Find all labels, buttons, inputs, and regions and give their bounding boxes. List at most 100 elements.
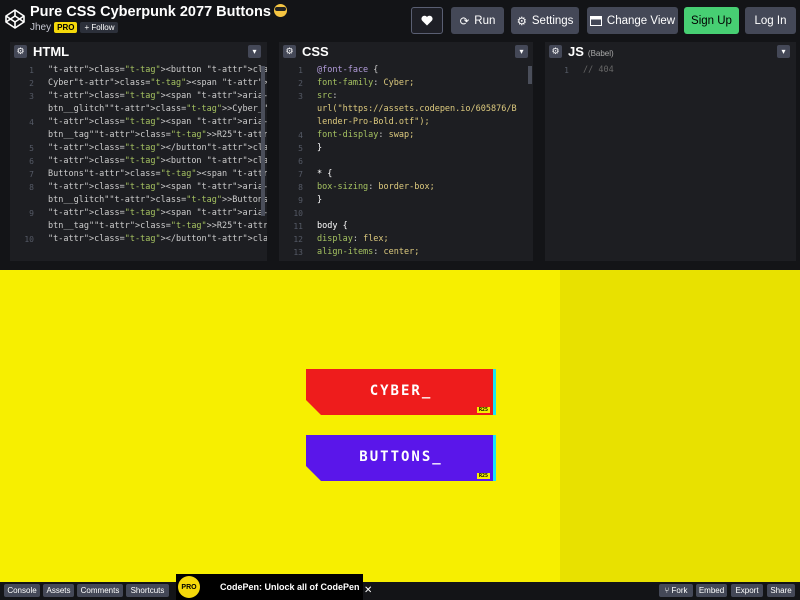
css-line-text: url("https://assets.codepen.io/605876/B xyxy=(317,104,517,114)
css-code-line[interactable]: lender-Pro-Bold.otf"); xyxy=(279,116,533,129)
promo-close-icon[interactable]: ✕ xyxy=(364,585,372,596)
js-chevron-down-icon[interactable]: ▾ xyxy=(777,45,790,58)
css-code-line[interactable]: 8 box-sizing: border-box; xyxy=(279,181,533,194)
html-code-line[interactable]: btn__glitch""t-attr">class="t-tag">>Cybe… xyxy=(10,103,267,116)
css-code-line[interactable]: 3 src: xyxy=(279,90,533,103)
css-panel[interactable]: ⚙ CSS ▾ 1 @font-face {2 font-family: Cybe… xyxy=(279,42,533,261)
html-code-line[interactable]: btn__tag""t-attr">class="t-tag">>R25"t-a… xyxy=(10,129,267,142)
js-settings-gear-icon[interactable]: ⚙ xyxy=(549,45,562,58)
html-code-line[interactable]: btn__tag""t-attr">class="t-tag">>R25"t-a… xyxy=(10,220,267,233)
follow-button[interactable]: + Follow xyxy=(80,22,119,33)
html-code-line[interactable]: 7 Buttons"t-attr">class="t-tag"><span "t… xyxy=(10,168,267,181)
css-line-number: 13 xyxy=(293,248,303,257)
html-code-line[interactable]: 5 "t-attr">class="t-tag"></button"t-attr"… xyxy=(10,142,267,155)
css-line-text: } xyxy=(317,143,323,153)
css-line-number: 3 xyxy=(298,92,303,101)
cyber-button-glitch-edge xyxy=(493,369,496,415)
css-code-line[interactable]: 12 display: flex; xyxy=(279,233,533,246)
html-code-line[interactable]: btn__glitch""t-attr">class="t-tag">>Butt… xyxy=(10,194,267,207)
css-chevron-down-icon[interactable]: ▾ xyxy=(515,45,528,58)
css-scrollbar[interactable] xyxy=(528,66,532,84)
html-line-text: "t-attr">class="t-tag"><span "t-attr">ar… xyxy=(48,117,267,127)
embed-button[interactable]: Embed xyxy=(696,584,727,597)
css-line-text: body { xyxy=(317,221,348,231)
css-code-line[interactable]: 6 xyxy=(279,155,533,168)
pen-title-text: Pure CSS Cyberpunk 2077 Buttons xyxy=(30,4,271,20)
css-code-line[interactable]: 13 align-items: center; xyxy=(279,246,533,259)
editor-area: ⚙ HTML ▾ 1 "t-attr">class="t-tag"><button… xyxy=(0,42,800,270)
js-code-editor[interactable]: 1 // 404 xyxy=(545,64,796,261)
sign-up-button[interactable]: Sign Up xyxy=(684,7,739,34)
buttons-button[interactable]: BUTTONS_ R25 xyxy=(306,435,496,481)
refresh-icon: ⟳ xyxy=(459,15,470,28)
gear-icon: ⚙ xyxy=(516,15,527,28)
codepen-logo-icon[interactable] xyxy=(4,8,26,30)
css-line-text: box-sizing: border-box; xyxy=(317,182,435,192)
css-code-line[interactable]: 4 font-display: swap; xyxy=(279,129,533,142)
html-code-line[interactable]: 3 "t-attr">class="t-tag"><span "t-attr">… xyxy=(10,90,267,103)
change-view-button[interactable]: Change View xyxy=(587,7,678,34)
export-button[interactable]: Export xyxy=(731,584,763,597)
css-code-line[interactable]: 1 @font-face { xyxy=(279,64,533,77)
html-scrollbar[interactable] xyxy=(261,66,265,216)
js-line-number: 1 xyxy=(564,66,569,75)
js-panel[interactable]: ⚙ JS (Babel) ▾ 1 // 404 xyxy=(545,42,796,261)
comments-button[interactable]: Comments xyxy=(77,584,123,597)
html-settings-gear-icon[interactable]: ⚙ xyxy=(14,45,27,58)
css-panel-header: ⚙ CSS xyxy=(279,42,533,61)
css-code-editor[interactable]: 1 @font-face {2 font-family: Cyber; 3 src:… xyxy=(279,64,533,261)
css-code-line[interactable]: 7 * { xyxy=(279,168,533,181)
css-code-line[interactable]: 11 body { xyxy=(279,220,533,233)
buttons-button-label: BUTTONS_ xyxy=(359,449,443,465)
css-line-number: 1 xyxy=(298,66,303,75)
html-line-text: Cyber"t-attr">class="t-tag"><span "t-att… xyxy=(48,78,267,88)
html-code-editor[interactable]: 1 "t-attr">class="t-tag"><button "t-attr"… xyxy=(10,64,267,261)
html-chevron-down-icon[interactable]: ▾ xyxy=(248,45,261,58)
js-line-text: // 404 xyxy=(583,65,614,75)
css-line-text: * { xyxy=(317,169,333,179)
author-name[interactable]: Jhey xyxy=(30,22,51,33)
cyber-button-label: CYBER_ xyxy=(369,383,433,399)
console-button[interactable]: Console xyxy=(4,584,40,597)
html-line-text: btn__glitch""t-attr">class="t-tag">>Cybe… xyxy=(48,104,267,114)
html-code-line[interactable]: 9 "t-attr">class="t-tag"><span "t-attr">… xyxy=(10,207,267,220)
sunglasses-emoji-icon xyxy=(273,4,287,17)
assets-button[interactable]: Assets xyxy=(43,584,74,597)
css-code-line[interactable]: 5} xyxy=(279,142,533,155)
css-code-line[interactable]: 9} xyxy=(279,194,533,207)
css-code-line[interactable]: url("https://assets.codepen.io/605876/B xyxy=(279,103,533,116)
css-code-line[interactable]: 10 xyxy=(279,207,533,220)
css-code-line[interactable]: 2 font-family: Cyber; xyxy=(279,77,533,90)
html-line-number: 10 xyxy=(24,235,34,244)
log-in-button[interactable]: Log In xyxy=(745,7,796,34)
pro-promo-badge: PRO xyxy=(178,576,200,598)
css-settings-gear-icon[interactable]: ⚙ xyxy=(283,45,296,58)
pro-promo-banner[interactable]: PRO CodePen: Unlock all of CodePen xyxy=(176,574,363,600)
html-code-line[interactable]: 8 "t-attr">class="t-tag"><span "t-attr">… xyxy=(10,181,267,194)
css-line-number: 7 xyxy=(298,170,303,179)
top-header: Pure CSS Cyberpunk 2077 Buttons Jhey PRO… xyxy=(0,0,800,42)
html-code-line[interactable]: 6 "t-attr">class="t-tag"><button "t-attr"… xyxy=(10,155,267,168)
html-line-text: "t-attr">class="t-tag"><span "t-attr">ar… xyxy=(48,182,267,192)
share-button[interactable]: Share xyxy=(767,584,795,597)
settings-button[interactable]: ⚙ Settings xyxy=(511,7,579,34)
html-panel[interactable]: ⚙ HTML ▾ 1 "t-attr">class="t-tag"><button… xyxy=(10,42,267,261)
html-line-text: "t-attr">class="t-tag"></button"t-attr">… xyxy=(48,143,267,153)
html-line-number: 8 xyxy=(29,183,34,192)
css-line-number: 11 xyxy=(293,222,303,231)
heart-button[interactable] xyxy=(411,7,443,34)
html-code-line[interactable]: 2 Cyber"t-attr">class="t-tag"><span "t-a… xyxy=(10,77,267,90)
html-line-number: 3 xyxy=(29,92,34,101)
pen-title: Pure CSS Cyberpunk 2077 Buttons xyxy=(30,4,287,20)
fork-button[interactable]: ⑂ Fork xyxy=(659,584,693,597)
html-panel-header: ⚙ HTML xyxy=(10,42,267,61)
css-line-number: 12 xyxy=(293,235,303,244)
html-line-text: "t-attr">class="t-tag"><button "t-attr">… xyxy=(48,65,267,75)
shortcuts-button[interactable]: Shortcuts xyxy=(126,584,169,597)
html-code-line[interactable]: 4 "t-attr">class="t-tag"><span "t-attr">… xyxy=(10,116,267,129)
html-code-line[interactable]: 1 "t-attr">class="t-tag"><button "t-attr"… xyxy=(10,64,267,77)
run-button[interactable]: ⟳ Run xyxy=(451,7,504,34)
cyber-button[interactable]: CYBER_ R25 xyxy=(306,369,496,415)
js-code-line[interactable]: 1 // 404 xyxy=(545,64,796,77)
html-code-line[interactable]: 10 "t-attr">class="t-tag"></button"t-attr… xyxy=(10,233,267,246)
